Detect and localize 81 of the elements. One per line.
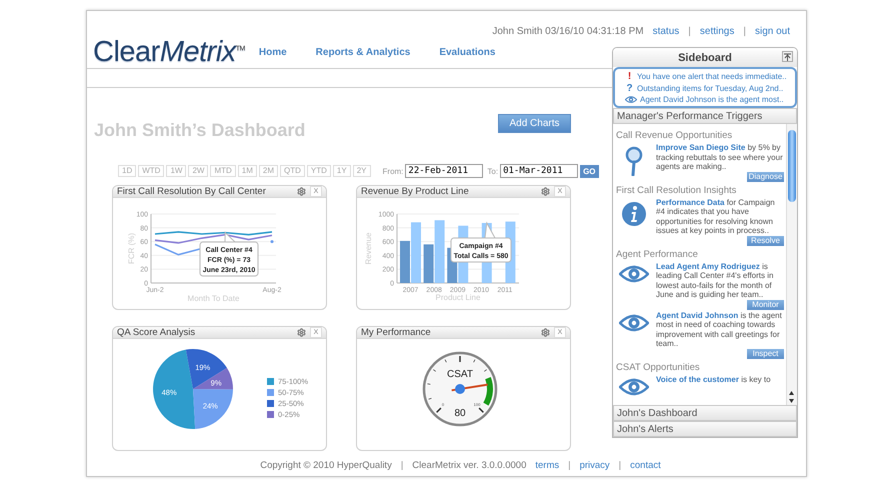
period-button[interactable]: 2Y [352, 165, 371, 177]
scroll-thumb[interactable] [788, 130, 796, 202]
eye-icon [625, 96, 637, 104]
group-title: CSAT Opportunities [616, 362, 701, 372]
footer-link[interactable]: contact [630, 460, 661, 470]
period-button[interactable]: 1Y [332, 165, 351, 177]
separator: | [688, 26, 691, 37]
exclamation-icon: ! [625, 71, 634, 82]
footer-link[interactable]: privacy [580, 460, 610, 470]
panel-title: First Call Resolution By Call Center [117, 186, 267, 197]
action-button[interactable]: Monitor [747, 300, 784, 310]
panel-title: QA Score Analysis [117, 327, 196, 338]
period-button[interactable]: 1D [118, 165, 136, 177]
section-bar[interactable]: John's Dashboard [613, 405, 797, 421]
trigger-link[interactable]: Lead Agent Amy Rodriguez [656, 262, 760, 270]
alert-link[interactable]: ! You have one alert that needs immediate.. [619, 71, 791, 82]
logo: ClearMetrix$^{TM}$ [93, 35, 245, 70]
collapse-button[interactable] [782, 51, 793, 62]
user-info: John Smith 03/16/10 04:31:18 PM [492, 26, 644, 37]
trigger-link[interactable]: Agent David Johnson [656, 310, 738, 320]
alert-link[interactable]: Agent David Johnson is the agent most.. [619, 95, 791, 104]
alert-link[interactable]: ? Outstanding items for Tuesday, Aug 2nd.. [619, 83, 791, 94]
panel-title: My Performance [361, 327, 432, 338]
magnifier-icon [624, 146, 644, 176]
nav-link[interactable]: Reports & Analytics [316, 47, 410, 58]
footer-link[interactable]: terms [535, 460, 560, 470]
trigger-link[interactable]: Voice of the customer [656, 374, 739, 384]
separator: | [400, 460, 404, 470]
period-button[interactable]: 1M [238, 165, 257, 177]
section-bar[interactable]: Manager's Performance Triggers [613, 108, 797, 124]
action-button[interactable]: Inspect [747, 348, 784, 358]
settings-icon[interactable] [297, 328, 306, 337]
footer-text: ClearMetrix ver. 3.0.0.0000 [412, 460, 526, 470]
period-button[interactable]: 1W [166, 165, 186, 177]
group-title: Call Revenue Opportunities [616, 130, 734, 141]
trigger-text: Lead Agent Amy Rodriguez is leading Call Center #4's efforts in lowest auto-fails for the month of June and is guiding her team.. [656, 262, 774, 300]
section-bar[interactable]: John's Alerts [613, 421, 797, 437]
nav-link[interactable]: Home [258, 47, 287, 58]
trigger-link[interactable]: Performance Data [656, 198, 724, 206]
period-button[interactable]: 2W [188, 165, 208, 177]
group-title: Agent Performance [616, 248, 699, 260]
footer-text: Copyright © 2010 HyperQuality [260, 460, 392, 470]
sideboard-title: Sideboard [678, 52, 732, 64]
top-link[interactable]: status [652, 26, 680, 37]
period-button[interactable]: WTD [138, 165, 164, 177]
action-button[interactable]: Resolve [747, 236, 784, 246]
period-button[interactable]: MTD [210, 165, 236, 177]
settings-icon[interactable] [297, 187, 306, 196]
eye-icon [619, 314, 649, 332]
trigger-text: Improve San Diego Site by 5% by tracking rebuttals to see where your agents are making.. [656, 143, 784, 172]
go-button[interactable]: GO [580, 164, 599, 178]
settings-icon[interactable] [541, 187, 550, 196]
field-label: To: [487, 166, 498, 176]
period-button[interactable]: QTD [280, 165, 305, 177]
period-button[interactable]: YTD [306, 165, 331, 177]
date-field[interactable]: 22-Feb-2011 [405, 164, 484, 178]
group-title: First Call Resolution Insights [616, 184, 738, 196]
trigger-link[interactable]: Improve San Diego Site [656, 143, 746, 152]
scrollbar[interactable] [786, 124, 797, 405]
action-button[interactable]: Diagnose [747, 172, 784, 182]
nav-link[interactable]: Evaluations [439, 47, 496, 58]
trigger-text: Performance Data for Campaign #4 indicates that you have opportunities for resolving known issues at key points in process.. [656, 198, 776, 236]
period-button[interactable]: 2M [258, 165, 278, 177]
question-icon: ? [625, 83, 634, 94]
separator: | [743, 26, 746, 37]
eye-icon [619, 378, 649, 396]
info-icon [621, 200, 647, 226]
add-charts-button[interactable]: Add Charts [498, 114, 571, 133]
panel-title: Revenue By Product Line [361, 186, 470, 197]
chart-point [270, 240, 274, 244]
scroll-up-icon[interactable] [787, 389, 796, 397]
field-label: From: [382, 166, 404, 176]
trigger-text: Voice of the customer is key to [656, 374, 772, 384]
top-link[interactable]: sign out [754, 26, 790, 37]
trigger-text: Agent David Johnson is the agent most in need of coaching towards improvement with call greetings for team.. [656, 310, 783, 348]
settings-icon[interactable] [541, 328, 550, 337]
eye-icon [619, 264, 649, 282]
top-link[interactable]: settings [700, 26, 734, 37]
date-field[interactable]: 01-Mar-2011 [500, 164, 578, 178]
separator: | [618, 460, 622, 470]
separator: | [568, 460, 571, 470]
